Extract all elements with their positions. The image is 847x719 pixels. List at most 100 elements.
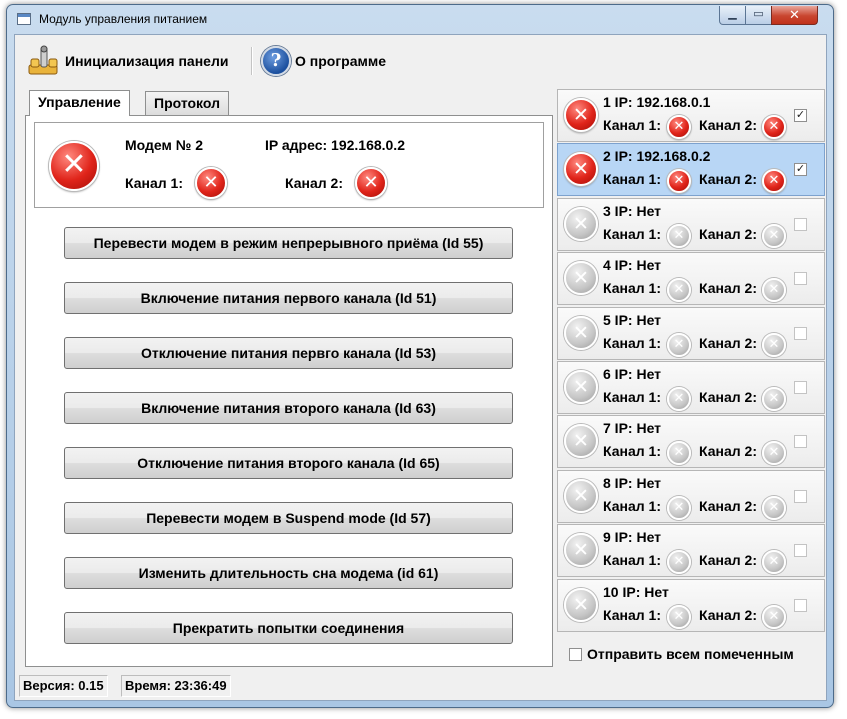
modem-row[interactable]: ✕ 5 IP: Нет Канал 1: ✕ Канал 2: ✕ bbox=[557, 306, 825, 360]
tab-protocol[interactable]: Протокол bbox=[145, 91, 229, 115]
modem-disabled-icon: ✕ bbox=[564, 587, 598, 622]
modem-select-checkbox[interactable] bbox=[794, 272, 807, 286]
tab-control[interactable]: Управление bbox=[29, 90, 130, 116]
channel-1-error-icon: ✕ bbox=[195, 167, 227, 199]
toolbar-separator bbox=[251, 47, 252, 75]
modem-channel-1-label: Канал 1: bbox=[603, 389, 661, 405]
channel-2-disabled-icon: ✕ bbox=[762, 604, 786, 629]
version-text: Версия: 0.15 bbox=[19, 675, 108, 697]
about-label: О программе bbox=[295, 53, 387, 69]
modem-ip-label: 6 IP: Нет bbox=[603, 366, 662, 382]
modem-select-checkbox[interactable] bbox=[794, 544, 807, 558]
continuous-receive-button[interactable]: Перевести модем в режим непрерывного при… bbox=[64, 227, 513, 259]
modem-ip-label: 1 IP: 192.168.0.1 bbox=[603, 94, 711, 110]
channel-2-disabled-icon: ✕ bbox=[762, 441, 786, 466]
power-on-channel-2-button[interactable]: Включение питания второго канала (Id 63) bbox=[64, 392, 513, 424]
channel-2-disabled-icon: ✕ bbox=[762, 278, 786, 303]
modem-row[interactable]: ✕ 8 IP: Нет Канал 1: ✕ Канал 2: ✕ bbox=[557, 469, 825, 523]
send-all-label: Отправить всем помеченным bbox=[587, 646, 794, 662]
modem-error-icon: ✕ bbox=[564, 152, 598, 187]
modem-disabled-icon: ✕ bbox=[564, 424, 598, 459]
modem-ip-label: 4 IP: Нет bbox=[603, 257, 662, 274]
send-all-checkbox-box[interactable] bbox=[569, 647, 582, 661]
error-icon: ✕ bbox=[49, 141, 99, 191]
modem-select-checkbox[interactable]: ✓ bbox=[794, 163, 807, 177]
channel-2-disabled-icon: ✕ bbox=[762, 495, 786, 520]
channel-2-label: Канал 2: bbox=[285, 175, 343, 191]
modem-channel-1-label: Канал 1: bbox=[603, 443, 661, 460]
modem-channel-1-label: Канал 1: bbox=[603, 280, 661, 297]
minimize-button[interactable]: ▁ bbox=[719, 6, 746, 25]
channel-1-disabled-icon: ✕ bbox=[667, 550, 691, 575]
modem-select-checkbox[interactable] bbox=[794, 381, 807, 394]
channel-2-error-icon: ✕ bbox=[762, 115, 786, 139]
modem-ip-label: 7 IP: Нет bbox=[603, 420, 662, 437]
help-icon: ? bbox=[261, 46, 291, 76]
modem-channel-2-label: Канал 2: bbox=[699, 389, 757, 405]
modem-row[interactable]: ✕ 4 IP: Нет Канал 1: ✕ Канал 2: ✕ bbox=[557, 252, 825, 306]
power-off-channel-2-button[interactable]: Отключение питания второго канала (Id 65… bbox=[64, 447, 513, 479]
client-area: Инициализация панели ? О программе Управ… bbox=[14, 34, 827, 701]
modem-channel-1-label: Канал 1: bbox=[603, 497, 661, 514]
close-button[interactable]: ✕ bbox=[771, 6, 818, 25]
channel-1-disabled-icon: ✕ bbox=[667, 495, 691, 520]
channel-1-disabled-icon: ✕ bbox=[667, 441, 691, 466]
modem-select-checkbox[interactable] bbox=[794, 326, 807, 340]
app-icon bbox=[17, 13, 31, 25]
power-off-channel-1-button[interactable]: Отключение питания первго канала (Id 53) bbox=[64, 337, 513, 369]
modem-row[interactable]: ✕ 2 IP: 192.168.0.2 Канал 1: ✕ Канал 2: ✕ ✓ bbox=[557, 143, 825, 197]
channel-1-label: Канал 1: bbox=[125, 175, 183, 191]
modem-row[interactable]: ✕ 9 IP: Нет Канал 1: ✕ Канал 2: ✕ bbox=[557, 524, 825, 578]
modem-channel-2-label: Канал 2: bbox=[699, 497, 757, 514]
modem-disabled-icon: ✕ bbox=[564, 478, 598, 513]
modem-row[interactable]: ✕ 7 IP: Нет Канал 1: ✕ Канал 2: ✕ bbox=[557, 415, 825, 469]
toolbar: Инициализация панели ? О программе bbox=[15, 35, 826, 87]
modem-select-checkbox[interactable] bbox=[794, 489, 807, 503]
init-panel-button[interactable]: Инициализация панели bbox=[27, 45, 228, 77]
modem-disabled-icon: ✕ bbox=[564, 315, 598, 350]
send-all-checkbox[interactable]: Отправить всем помеченным bbox=[569, 646, 794, 662]
modem-select-checkbox[interactable] bbox=[794, 435, 807, 449]
modem-channel-2-label: Канал 2: bbox=[699, 280, 757, 297]
stop-connecting-button[interactable]: Прекратить попытки соединения bbox=[64, 612, 513, 644]
about-button[interactable]: ? О программе bbox=[261, 45, 386, 77]
modem-channel-2-label: Канал 2: bbox=[699, 225, 757, 242]
modem-select-checkbox[interactable] bbox=[794, 598, 807, 612]
maximize-button[interactable]: ▭ bbox=[745, 6, 772, 25]
control-tab-page: ✕ Модем № 2 IP адрес: 192.168.0.2 Канал … bbox=[25, 115, 553, 667]
modem-row[interactable]: ✕ 3 IP: Нет Канал 1: ✕ Канал 2: ✕ bbox=[557, 197, 825, 251]
sleep-duration-button[interactable]: Изменить длительность сна модема (id 61) bbox=[64, 557, 513, 589]
minimize-icon: ▁ bbox=[728, 8, 737, 20]
channel-1-disabled-icon: ✕ bbox=[667, 223, 691, 248]
modem-disabled-icon: ✕ bbox=[564, 261, 598, 296]
channel-2-disabled-icon: ✕ bbox=[762, 387, 786, 411]
suspend-mode-button[interactable]: Перевести модем в Suspend mode (Id 57) bbox=[64, 502, 513, 534]
modem-ip-label: 9 IP: Нет bbox=[603, 529, 662, 546]
modem-disabled-icon: ✕ bbox=[564, 533, 598, 568]
modem-select-checkbox[interactable] bbox=[794, 217, 807, 231]
modem-channel-2-label: Канал 2: bbox=[699, 117, 757, 133]
modem-select-checkbox[interactable]: ✓ bbox=[794, 109, 807, 122]
modem-row[interactable]: ✕ 1 IP: 192.168.0.1 Канал 1: ✕ Канал 2: ✕ ✓ bbox=[557, 89, 825, 142]
channel-1-disabled-icon: ✕ bbox=[667, 604, 691, 629]
power-on-channel-1-button[interactable]: Включение питания первого канала (Id 51) bbox=[64, 282, 513, 314]
modem-channel-1-label: Канал 1: bbox=[603, 225, 661, 242]
modem-row[interactable]: ✕ 10 IP: Нет Канал 1: ✕ Канал 2: ✕ bbox=[557, 578, 825, 632]
channel-1-disabled-icon: ✕ bbox=[667, 387, 691, 411]
modem-row[interactable]: ✕ 6 IP: Нет Канал 1: ✕ Канал 2: ✕ bbox=[557, 361, 825, 414]
modem-disabled-icon: ✕ bbox=[564, 206, 598, 241]
channel-2-disabled-icon: ✕ bbox=[762, 332, 786, 357]
channel-1-disabled-icon: ✕ bbox=[667, 278, 691, 303]
modem-ip-label: 8 IP: Нет bbox=[603, 474, 662, 491]
modem-channel-1-label: Канал 1: bbox=[603, 171, 661, 188]
channel-1-disabled-icon: ✕ bbox=[667, 332, 691, 357]
title-bar[interactable]: Модуль управления питанием ▁ ▭ ✕ bbox=[7, 5, 833, 33]
channel-1-error-icon: ✕ bbox=[667, 169, 691, 194]
main-window: Модуль управления питанием ▁ ▭ ✕ Инициал… bbox=[6, 4, 834, 708]
time-text: Время: 23:36:49 bbox=[121, 675, 231, 697]
channel-1-error-icon: ✕ bbox=[667, 115, 691, 139]
modem-ip-label: 3 IP: Нет bbox=[603, 202, 662, 219]
modem-channel-1-label: Канал 1: bbox=[603, 552, 661, 569]
status-bar: Версия: 0.15 Время: 23:36:49 bbox=[15, 672, 826, 702]
close-icon: ✕ bbox=[789, 7, 800, 22]
